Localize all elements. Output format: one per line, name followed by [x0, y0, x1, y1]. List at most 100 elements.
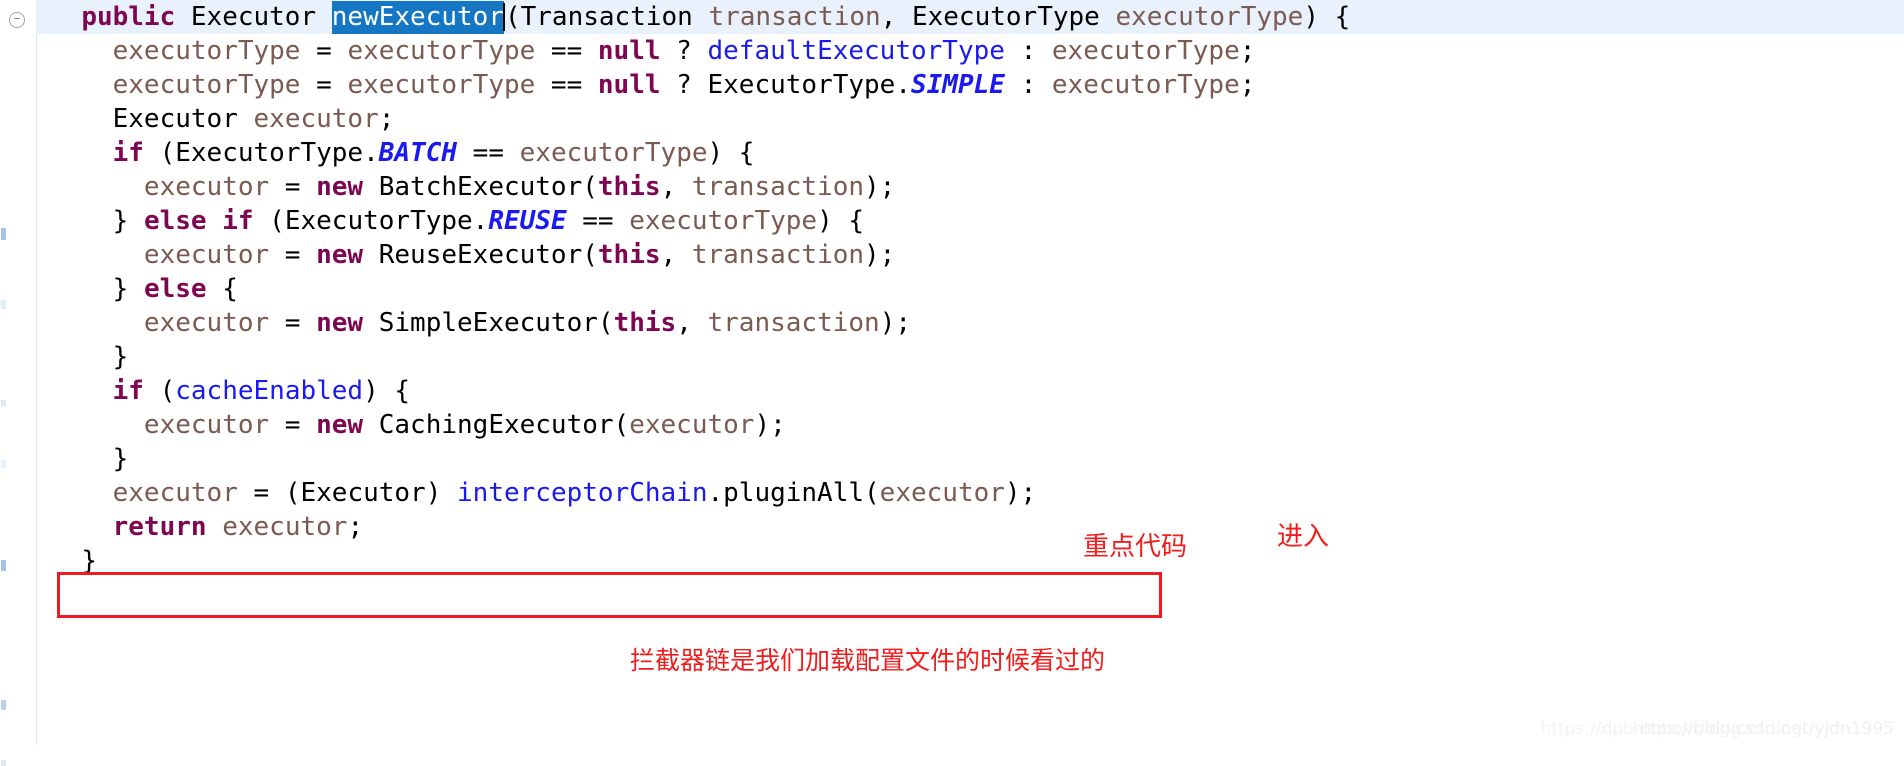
code-token: ); — [754, 410, 786, 440]
code-token: ( — [504, 2, 521, 32]
code-line[interactable]: } else if (ExecutorType.REUSE == executo… — [36, 204, 1904, 238]
code-token: transaction — [707, 308, 880, 338]
editor-gutter[interactable] — [0, 0, 37, 766]
selected-token[interactable]: newExecutor — [331, 1, 504, 34]
code-line[interactable]: } — [36, 340, 1904, 374]
code-token: null — [597, 36, 661, 66]
code-token: Transaction — [520, 2, 693, 32]
code-line[interactable]: } else { — [36, 272, 1904, 306]
code-token: = — [269, 172, 317, 202]
code-line[interactable]: } — [36, 544, 1904, 578]
code-token: ); — [1004, 478, 1037, 508]
code-token: else — [143, 206, 207, 236]
code-token: ExecutorType — [911, 2, 1100, 32]
code-token: ; — [347, 512, 364, 542]
code-token: executor — [112, 478, 238, 508]
code-token: == — [535, 36, 598, 66]
code-token: SIMPLE — [911, 70, 1005, 100]
code-content[interactable]: public Executor newExecutor(Transaction … — [36, 0, 1904, 745]
code-token: ( — [253, 206, 285, 236]
code-token: new — [316, 410, 364, 440]
code-token: new — [316, 172, 364, 202]
code-token: return — [112, 512, 207, 542]
code-token: ) { — [817, 206, 865, 236]
code-token: = — [269, 308, 317, 338]
gutter-mark — [1, 228, 6, 240]
code-line[interactable]: executorType = executorType == null ? Ex… — [36, 68, 1904, 102]
code-token: executor — [879, 478, 1005, 508]
code-line[interactable]: executor = new CachingExecutor(executor)… — [36, 408, 1904, 442]
code-token: this — [597, 240, 661, 270]
code-token: executorType — [347, 36, 536, 66]
code-token: ); — [864, 240, 896, 270]
code-token: } — [112, 206, 144, 236]
code-token: executor — [143, 308, 270, 338]
fold-collapse-icon[interactable] — [9, 12, 25, 28]
code-token: .pluginAll( — [707, 478, 880, 508]
code-line[interactable]: public Executor newExecutor(Transaction … — [36, 0, 1904, 34]
code-token: = ( — [237, 478, 301, 508]
code-token: BatchExecutor( — [378, 172, 598, 202]
code-token: executorType — [347, 70, 536, 100]
code-line[interactable]: executor = new BatchExecutor(this, trans… — [36, 170, 1904, 204]
code-token: executorType — [1115, 2, 1304, 32]
code-token: if — [112, 138, 144, 168]
csdn-watermark: https://dpb-bobokr/blog.csdlogt/yjdn1995… — [1541, 719, 1894, 739]
code-token: ; — [378, 104, 395, 134]
code-token: : — [1004, 36, 1052, 66]
code-token: ExecutorType. — [707, 70, 912, 100]
code-token: == — [457, 138, 520, 168]
code-token: , — [880, 2, 912, 32]
code-token: executorType — [112, 36, 301, 66]
code-token: transaction — [691, 172, 865, 202]
code-token: } — [112, 342, 129, 372]
code-editor[interactable]: public Executor newExecutor(Transaction … — [0, 0, 1904, 766]
code-line[interactable]: return executor; — [36, 510, 1904, 544]
code-line[interactable]: executor = (Executor) interceptorChain.p… — [36, 476, 1904, 510]
code-token: ); — [864, 172, 896, 202]
code-token: } — [112, 274, 144, 304]
code-token: ? — [660, 36, 708, 66]
annotation-key-code: 重点代码 — [1083, 532, 1188, 562]
code-token: ) { — [1303, 2, 1351, 32]
code-token: transaction — [708, 2, 881, 32]
code-token: interceptorChain — [457, 478, 708, 508]
code-line[interactable]: if (cacheEnabled) { — [36, 374, 1904, 408]
code-token: == — [566, 206, 630, 236]
code-token: REUSE — [488, 206, 567, 236]
code-line[interactable]: Executor executor; — [36, 102, 1904, 136]
code-token: public — [81, 2, 176, 32]
code-token: CachingExecutor( — [378, 410, 630, 440]
code-token: ) — [425, 478, 458, 508]
code-line[interactable]: executorType = executorType == null ? de… — [36, 34, 1904, 68]
code-line[interactable]: } — [36, 442, 1904, 476]
code-token: = — [300, 70, 348, 100]
code-token: } — [112, 444, 129, 474]
code-token: ExecutorType. — [175, 138, 379, 168]
code-line[interactable]: executor = new ReuseExecutor(this, trans… — [36, 238, 1904, 272]
code-line[interactable]: if (ExecutorType.BATCH == executorType) … — [36, 136, 1904, 170]
code-token: executorType — [1051, 36, 1240, 66]
gutter-mark — [1, 760, 6, 766]
code-token: defaultExecutorType — [707, 36, 1005, 66]
code-line[interactable]: executor = new SimpleExecutor(this, tran… — [36, 306, 1904, 340]
code-token: executor — [143, 240, 270, 270]
code-token: executor — [222, 512, 348, 542]
code-token: new — [316, 308, 364, 338]
code-token: , — [676, 308, 708, 338]
